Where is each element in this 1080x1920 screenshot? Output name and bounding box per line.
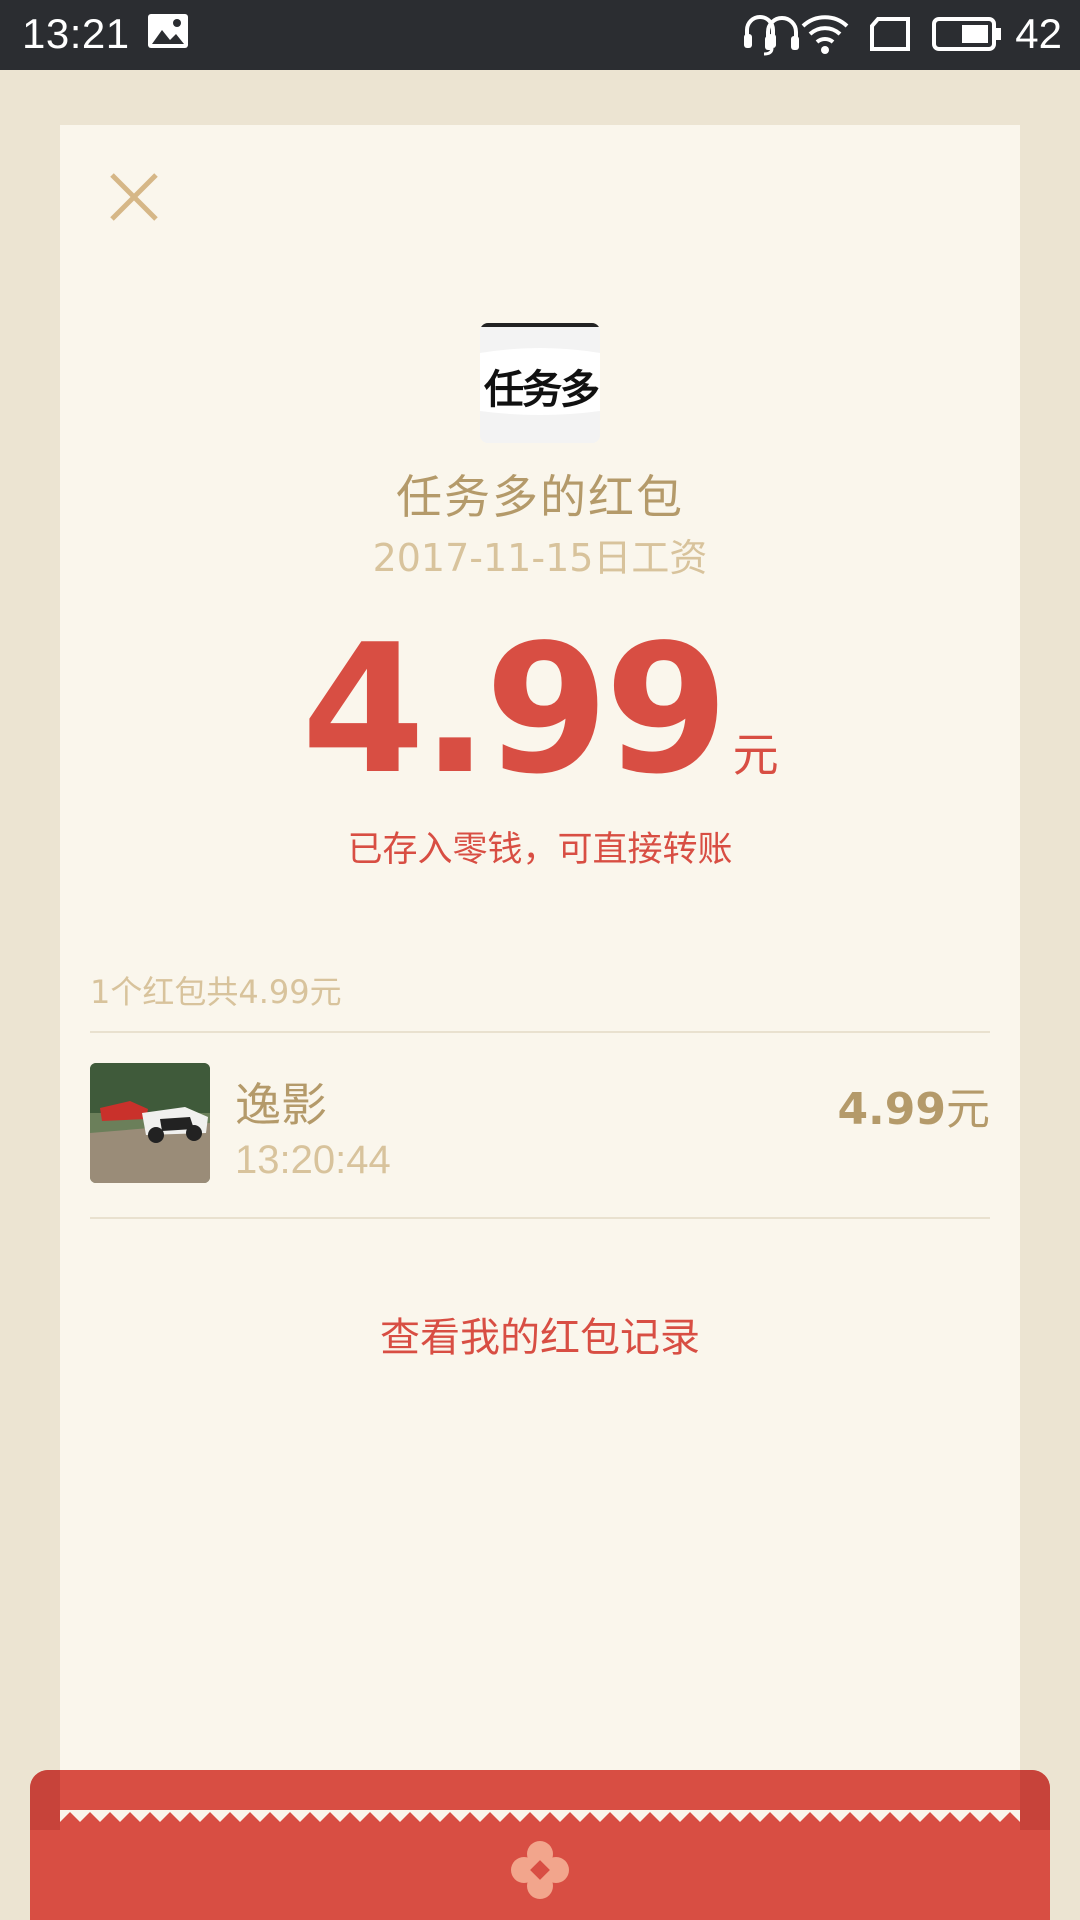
close-icon: [110, 173, 158, 221]
sender-avatar: 任务多: [480, 323, 600, 443]
red-packet-detail-card: 任务多 任务多的红包 2017-11-15日工资 4.99 元 已存入零钱，可直接…: [60, 125, 1020, 1825]
view-history-link[interactable]: 查看我的红包记录: [60, 1305, 1020, 1363]
wifi-icon: [801, 15, 849, 54]
status-bar: 13:21 42: [0, 0, 1080, 70]
battery-percent: 42: [1015, 10, 1062, 57]
status-time: 13:21: [22, 10, 130, 57]
saved-to-wallet-note: 已存入零钱，可直接转账: [347, 830, 733, 870]
envelope-edge-left: [30, 1770, 60, 1830]
envelope-edge-right: [1020, 1770, 1050, 1830]
records-summary: 1个红包共4.99元: [90, 973, 342, 1011]
headset-icon-b: [744, 15, 776, 56]
flower-emblem-icon: [511, 1841, 569, 1899]
receiver-avatar: [90, 1063, 210, 1183]
envelope-zigzag-edge: [60, 1810, 1020, 1822]
close-button[interactable]: [102, 165, 166, 229]
receiver-name: 逸影: [235, 1078, 327, 1132]
screen-rotate-icon: [870, 17, 910, 51]
amount-value: 4.99: [301, 606, 728, 813]
list-item: 逸影 13:20:44 4.99元: [90, 1063, 990, 1203]
image-icon: [148, 14, 188, 52]
sender-avatar-text: 任务多: [484, 367, 600, 413]
battery-icon: [932, 17, 1001, 51]
receive-amount-unit: 元: [946, 1084, 990, 1135]
red-packet-memo: 2017-11-15日工资: [372, 536, 708, 580]
receive-amount-value: 4.99: [837, 1084, 946, 1135]
sender-title: 任务多的红包: [396, 470, 684, 524]
amount-display: 4.99 元: [60, 615, 1020, 805]
divider: [90, 1031, 990, 1033]
amount-unit: 元: [732, 728, 779, 782]
receive-amount: 4.99元: [837, 1073, 990, 1137]
divider: [90, 1217, 990, 1219]
receive-time: 13:20:44: [235, 1138, 391, 1182]
